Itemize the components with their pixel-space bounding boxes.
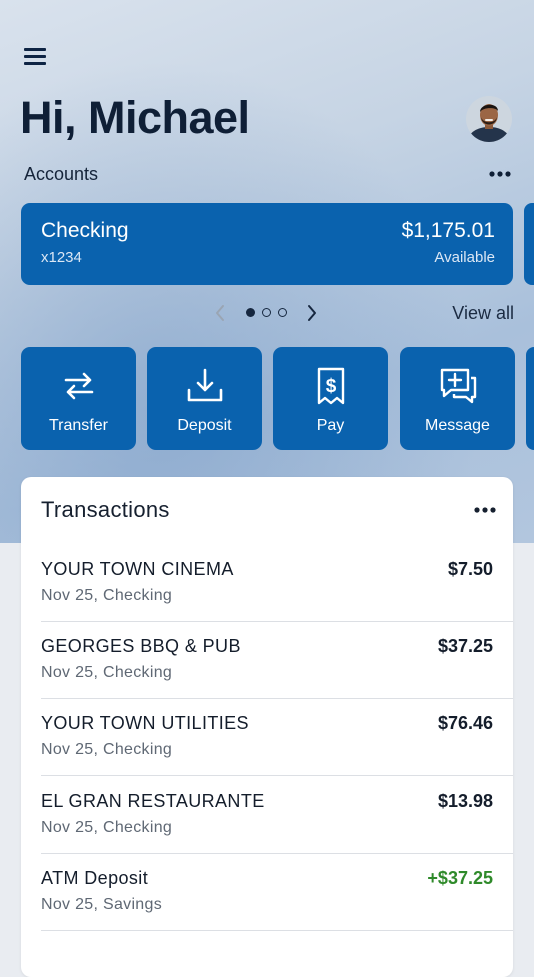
transaction-amount-credit: +$37.25 [427,868,493,888]
hamburger-menu-icon[interactable] [24,46,48,66]
transaction-merchant: EL GRAN RESTAURANTE [41,791,265,811]
transfer-icon [64,372,93,400]
transaction-meta: Nov 25, Savings [41,896,163,913]
greeting-title: Hi, Michael [20,92,250,143]
accounts-heading: Accounts [24,164,99,184]
transaction-merchant: ATM Deposit [41,868,149,888]
transfer-button[interactable]: Transfer [21,347,136,450]
transaction-amount: $13.98 [437,791,493,811]
profile-avatar[interactable] [466,96,512,142]
transaction-row[interactable]: ATM Deposit Nov 25, Savings +$37.25 [41,854,513,931]
deposit-label: Deposit [177,417,232,434]
pager-dot-active[interactable] [246,308,255,317]
transaction-meta: Nov 25, Checking [41,741,173,758]
message-label: Message [425,417,490,434]
chevron-left-icon[interactable] [212,304,228,322]
deposit-button[interactable]: Deposit [147,347,262,450]
transfer-label: Transfer [49,417,108,434]
transactions-title: Transactions [41,497,170,522]
chevron-right-icon[interactable] [304,304,320,322]
transaction-row[interactable]: YOUR TOWN CINEMA Nov 25, Checking $7.50 [41,545,513,622]
transaction-amount: $37.25 [437,636,493,656]
transaction-row[interactable]: YOUR TOWN UTILITIES Nov 25, Checking $76… [41,699,513,776]
transaction-meta: Nov 25, Checking [41,664,173,681]
transactions-more-icon[interactable] [472,502,498,518]
transaction-row[interactable]: GEORGES BBQ & PUB Nov 25, Checking $37.2… [41,622,513,699]
transaction-meta: Nov 25, Checking [41,587,173,604]
checking-account-card[interactable]: Checking x1234 $1,175.01 Available [21,203,513,285]
transaction-amount: $7.50 [447,559,493,579]
pay-label: Pay [316,417,345,434]
transaction-row[interactable]: EL GRAN RESTAURANTE Nov 25, Checking $13… [41,777,513,854]
next-account-card-peek[interactable] [524,203,534,285]
view-all-link[interactable]: View all [452,303,514,324]
pager-dot[interactable] [278,308,287,317]
message-icon [440,368,476,404]
accounts-more-icon[interactable] [486,166,516,182]
row-divider [41,775,513,776]
deposit-icon [187,368,222,402]
account-balance: $1,175.01 [401,219,495,242]
transaction-meta: Nov 25, Checking [41,819,173,836]
next-action-peek[interactable] [526,347,534,450]
transaction-merchant: YOUR TOWN UTILITIES [41,713,249,733]
account-name: Checking [41,219,129,242]
pay-receipt-icon: $ [317,367,344,405]
pay-button[interactable]: $ Pay [273,347,388,450]
message-button[interactable]: Message [400,347,515,450]
svg-text:$: $ [325,376,336,397]
transaction-merchant: GEORGES BBQ & PUB [41,636,241,656]
row-divider [41,930,513,931]
pager-dot[interactable] [262,308,271,317]
transactions-card: Transactions YOUR TOWN CINEMA Nov 25, Ch… [21,477,513,977]
transaction-merchant: YOUR TOWN CINEMA [41,559,234,579]
transaction-amount: $76.46 [437,713,493,733]
balance-label: Available [434,249,495,266]
account-number: x1234 [41,249,82,266]
